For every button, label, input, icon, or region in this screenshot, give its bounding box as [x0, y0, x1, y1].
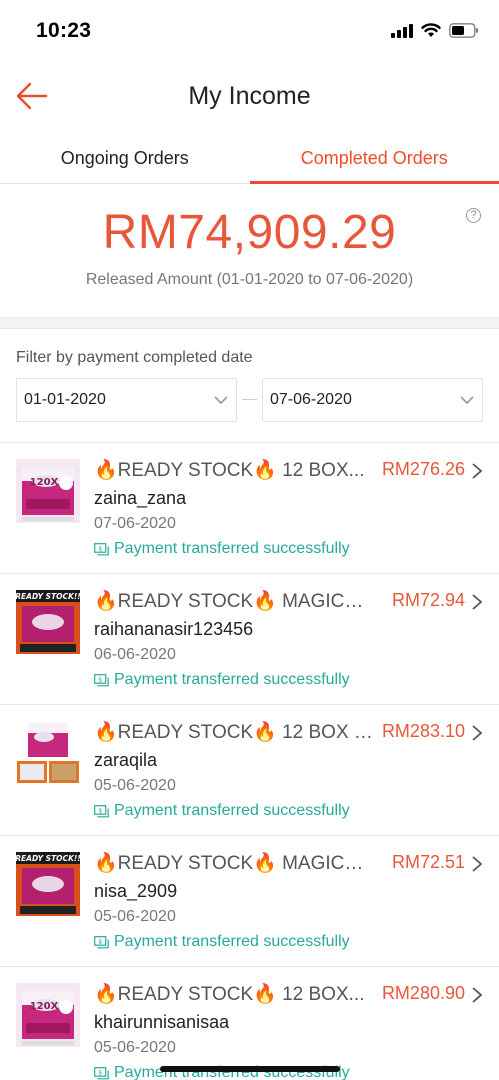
page-title: My Income — [188, 82, 311, 110]
order-amount: RM283.10 — [381, 721, 465, 741]
order-row[interactable]: READY STOCK!! 🔥READY STOCK🔥 MAGICAL... R… — [0, 836, 499, 967]
tab-bar: Ongoing Orders Completed Orders — [0, 132, 499, 184]
money-transfer-icon: $ — [94, 935, 109, 948]
svg-text:READY STOCK!!: READY STOCK!! — [16, 592, 80, 601]
order-date: 06-06-2020 — [94, 646, 176, 663]
payment-status: $ Payment transferred successfully — [94, 540, 350, 558]
payment-status-text: Payment transferred successfully — [114, 802, 350, 819]
product-title: 🔥READY STOCK🔥 12 BOX... — [94, 984, 365, 1005]
order-row[interactable]: 120X 🔥READY STOCK🔥 12 BOX... RM280.90 kh… — [0, 967, 499, 1080]
released-amount-label: Released Amount (01-01-2020 to 07-06-202… — [85, 271, 414, 288]
end-date-value: 07-06-2020 — [270, 391, 352, 408]
order-date: 05-06-2020 — [94, 908, 176, 925]
header: My Income — [0, 60, 499, 132]
battery-icon — [449, 23, 479, 38]
svg-text:$: $ — [98, 675, 102, 683]
payment-status: $ Payment transferred successfully — [94, 802, 350, 820]
order-date: 05-06-2020 — [94, 1039, 176, 1056]
tab-ongoing-orders[interactable]: Ongoing Orders — [0, 132, 250, 183]
released-amount: RM74,909.29 — [102, 206, 397, 259]
svg-text:$: $ — [98, 544, 102, 552]
product-title: 🔥READY STOCK🔥 MAGICAL... — [94, 591, 376, 612]
order-row[interactable]: READY STOCK!! 🔥READY STOCK🔥 MAGICAL... R… — [0, 574, 499, 705]
payment-status-text: Payment transferred successfully — [114, 933, 350, 950]
money-transfer-icon: $ — [94, 1066, 109, 1079]
cellular-signal-icon — [391, 22, 413, 38]
product-title: 🔥READY STOCK🔥 12 BOX M... — [94, 722, 376, 743]
order-list: 120X 🔥READY STOCK🔥 12 BOX... RM276.26 za… — [0, 443, 499, 1080]
product-thumbnail — [16, 721, 80, 785]
start-date-select[interactable]: 01-01-2020 — [16, 378, 237, 422]
buyer-username: khairunnisanisaa — [94, 1012, 230, 1032]
order-amount: RM72.51 — [391, 852, 465, 872]
svg-text:$: $ — [98, 806, 102, 814]
svg-text:READY STOCK!!: READY STOCK!! — [16, 854, 80, 863]
date-range-dash — [242, 399, 257, 400]
tab-completed-orders[interactable]: Completed Orders — [249, 132, 499, 184]
payment-status-text: Payment transferred successfully — [114, 540, 350, 557]
svg-text:120X: 120X — [30, 477, 59, 488]
income-summary: RM74,909.29 Released Amount (01-01-2020 … — [0, 185, 499, 317]
status-time: 10:23 — [36, 19, 92, 42]
money-transfer-icon: $ — [94, 673, 109, 686]
chevron-right-icon — [472, 987, 483, 1003]
status-icons — [391, 22, 479, 38]
chevron-right-icon — [472, 594, 483, 610]
buyer-username: zaraqila — [94, 750, 158, 770]
chevron-right-icon — [472, 725, 483, 741]
chevron-right-icon — [472, 463, 483, 479]
money-transfer-icon: $ — [94, 542, 109, 555]
product-thumbnail: READY STOCK!! — [16, 852, 80, 916]
chevron-down-icon — [460, 396, 474, 405]
buyer-username: raihananasir123456 — [94, 619, 254, 639]
svg-text:$: $ — [98, 937, 102, 945]
home-indicator — [160, 1066, 340, 1072]
order-amount: RM72.94 — [391, 590, 465, 610]
money-transfer-icon: $ — [94, 804, 109, 817]
start-date-value: 01-01-2020 — [24, 391, 106, 408]
product-thumbnail: READY STOCK!! — [16, 590, 80, 654]
product-title: 🔥READY STOCK🔥 MAGICAL... — [94, 853, 376, 874]
svg-text:$: $ — [98, 1068, 102, 1076]
chevron-right-icon — [472, 856, 483, 872]
payment-status: $ Payment transferred successfully — [94, 933, 350, 951]
product-thumbnail: 120X — [16, 459, 80, 523]
product-thumbnail: 120X — [16, 983, 80, 1047]
section-divider — [0, 317, 499, 329]
svg-text:120X: 120X — [30, 1001, 59, 1012]
payment-status-text: Payment transferred successfully — [114, 671, 350, 688]
order-amount: RM280.90 — [381, 983, 465, 1003]
filter-label: Filter by payment completed date — [16, 349, 253, 366]
buyer-username: zaina_zana — [94, 488, 187, 508]
order-row[interactable]: 120X 🔥READY STOCK🔥 12 BOX... RM276.26 za… — [0, 443, 499, 574]
order-date: 07-06-2020 — [94, 515, 176, 532]
end-date-select[interactable]: 07-06-2020 — [262, 378, 483, 422]
status-bar: 10:23 — [0, 0, 499, 60]
order-date: 05-06-2020 — [94, 777, 176, 794]
order-amount: RM276.26 — [381, 459, 465, 479]
payment-status: $ Payment transferred successfully — [94, 671, 350, 689]
order-row[interactable]: 🔥READY STOCK🔥 12 BOX M... RM283.10 zaraq… — [0, 705, 499, 836]
wifi-icon — [421, 23, 441, 38]
product-title: 🔥READY STOCK🔥 12 BOX... — [94, 460, 365, 481]
chevron-down-icon — [214, 396, 228, 405]
help-icon[interactable]: ? — [466, 208, 481, 223]
buyer-username: nisa_2909 — [94, 881, 178, 901]
